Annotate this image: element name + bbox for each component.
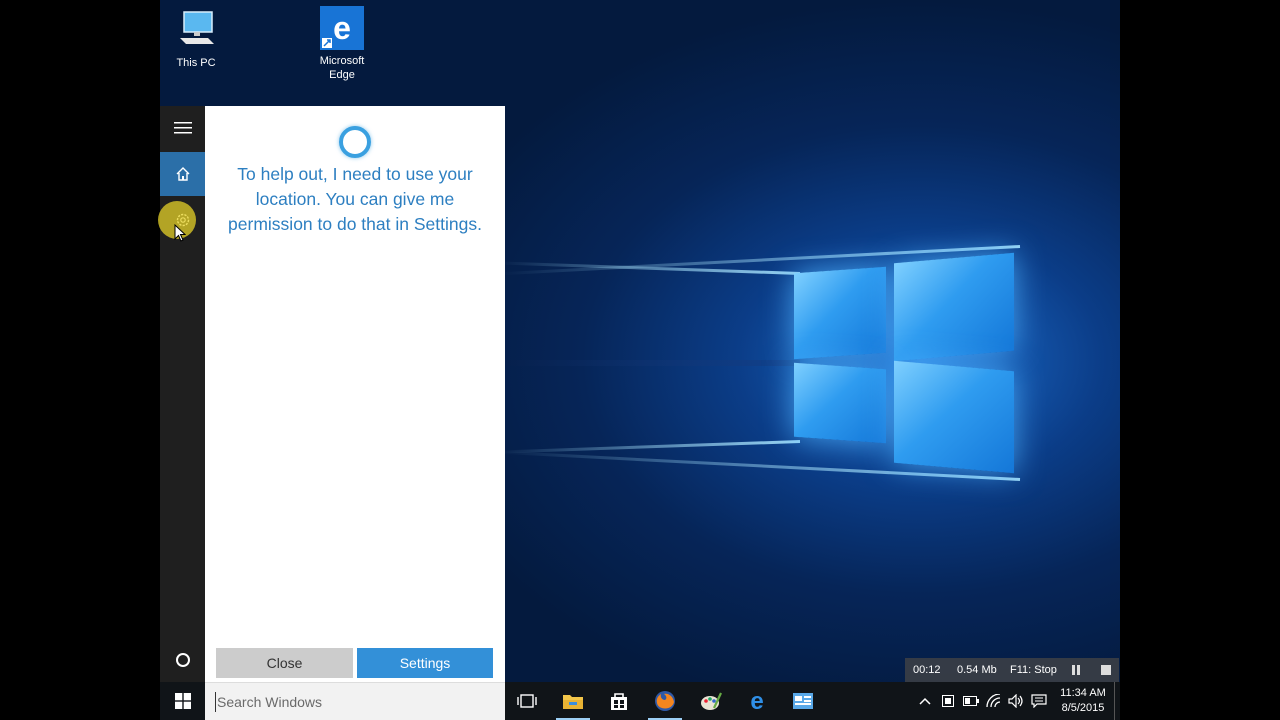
hamburger-menu-button[interactable]	[160, 106, 205, 150]
network-app-button[interactable]	[780, 682, 826, 720]
show-desktop-button[interactable]	[1114, 682, 1120, 720]
volume-button[interactable]	[1006, 682, 1026, 720]
clock-date: 8/5/2015	[1061, 702, 1105, 714]
letterbox-left	[0, 0, 160, 720]
wallpaper-beam	[500, 440, 801, 454]
letterbox-right	[1120, 0, 1280, 720]
paint-button[interactable]	[688, 682, 734, 720]
edge-icon: e	[320, 6, 364, 50]
cortana-message: To help out, I need to use your location…	[228, 164, 482, 234]
logo-pane-top-left	[794, 266, 886, 360]
edge-button[interactable]: e	[734, 682, 780, 720]
home-icon	[176, 167, 189, 181]
svg-text:e: e	[333, 10, 351, 46]
close-button[interactable]: Close	[216, 648, 353, 678]
notification-icon	[1031, 694, 1047, 708]
search-input[interactable]	[215, 692, 485, 712]
search-box[interactable]	[205, 682, 505, 720]
clock[interactable]: 11:34 AM 8/5/2015	[1054, 686, 1112, 716]
battery-icon	[963, 696, 979, 706]
battery-button[interactable]	[961, 682, 981, 720]
desktop-icon-label-line-2: Edge	[329, 69, 355, 81]
logo-pane-top-right	[894, 252, 1014, 362]
action-center-button[interactable]	[1028, 682, 1050, 720]
taskbar: e 11:34 AM 8/5/2015	[160, 682, 1120, 720]
edge-icon: e	[750, 690, 763, 712]
cortana-ring-icon	[339, 126, 371, 158]
task-view-button[interactable]	[504, 682, 550, 720]
recorder-stop-hint: F11: Stop	[1010, 664, 1057, 676]
file-explorer-icon	[563, 695, 583, 709]
file-explorer-button[interactable]	[550, 682, 596, 720]
logo-pane-bottom-right	[894, 360, 1014, 474]
stop-square-icon	[942, 695, 954, 707]
wifi-button[interactable]	[984, 682, 1004, 720]
mouse-cursor-icon	[174, 224, 186, 242]
home-button[interactable]	[160, 152, 205, 196]
windows-logo-icon	[174, 693, 191, 709]
screen-recorder-bar: 00:12 0.54 Mb F11: Stop	[905, 658, 1119, 682]
network-app-icon	[793, 693, 813, 709]
clock-time: 11:34 AM	[1060, 687, 1106, 699]
computer-icon	[174, 8, 218, 52]
firefox-button[interactable]	[642, 682, 688, 720]
desktop-icon-label: This PC	[176, 57, 216, 69]
tray-recorder-button[interactable]	[938, 682, 958, 720]
pause-icon[interactable]	[1071, 665, 1081, 675]
wifi-icon	[986, 694, 1001, 708]
logo-pane-bottom-left	[794, 362, 886, 444]
cortana-panel: To help out, I need to use your location…	[205, 106, 505, 682]
recorder-elapsed: 00:12	[913, 664, 941, 676]
cortana-rail	[160, 106, 205, 682]
paint-icon	[701, 692, 722, 710]
desktop-icon-microsoft-edge[interactable]: e Microsoft Edge	[302, 6, 382, 82]
speaker-icon	[1008, 694, 1023, 708]
firefox-icon	[655, 691, 675, 711]
store-icon	[611, 693, 627, 710]
recorder-size: 0.54 Mb	[957, 664, 997, 676]
stop-icon[interactable]	[1101, 665, 1111, 675]
task-view-icon	[517, 694, 537, 708]
chevron-up-icon	[919, 697, 931, 705]
hamburger-icon	[173, 122, 192, 134]
desktop-icon-label-line-1: Microsoft	[319, 55, 365, 67]
desktop-icon-this-pc[interactable]: This PC	[160, 8, 236, 70]
wallpaper-beam	[500, 360, 800, 366]
store-button[interactable]	[596, 682, 642, 720]
svg-text:e: e	[750, 690, 763, 712]
circle-icon	[175, 653, 190, 667]
start-button[interactable]	[160, 682, 205, 720]
cortana-button[interactable]	[160, 638, 205, 682]
settings-button[interactable]: Settings	[357, 648, 493, 678]
show-hidden-icons-button[interactable]	[916, 682, 934, 720]
